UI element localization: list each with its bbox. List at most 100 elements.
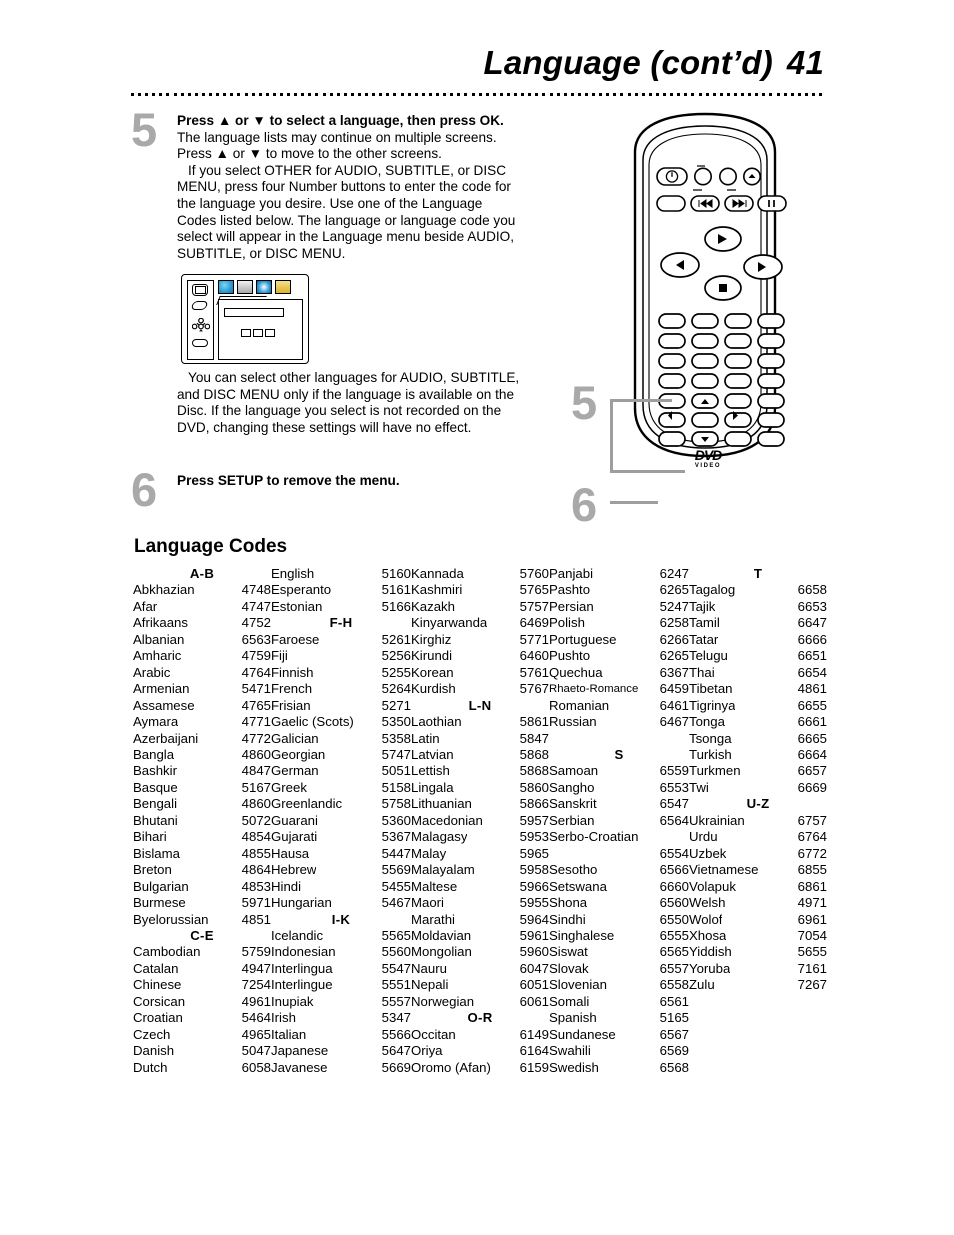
callout-6-leader — [610, 501, 658, 504]
language-code: 6669 — [797, 779, 827, 795]
language-name: Amharic — [133, 648, 182, 664]
language-row: Estonian 5166 — [271, 599, 411, 615]
language-code: 5051 — [381, 763, 411, 779]
language-name: Lithuanian — [411, 796, 472, 812]
language-name: Malay — [411, 845, 447, 861]
language-code: 5868 — [519, 763, 549, 779]
language-code: 5160 — [381, 566, 411, 581]
language-row: Japanese 5647 — [271, 1043, 411, 1059]
language-name: Byelorussian — [133, 911, 209, 927]
language-code: 5347 — [381, 1010, 411, 1026]
language-code: 5964 — [519, 911, 549, 927]
language-row: Tagalog 6658 — [689, 582, 827, 598]
language-code: 5655 — [797, 944, 827, 960]
language-code: 6566 — [659, 862, 689, 878]
language-name: Breton — [133, 862, 172, 878]
language-row: Tsonga 6665 — [689, 731, 827, 747]
language-row: Arabic 4764 — [133, 665, 271, 681]
language-name: Indonesian — [271, 944, 336, 960]
language-row: Abkhazian 4748 — [133, 582, 271, 598]
language-name: Turkish — [689, 746, 732, 762]
setup-menu-illustration — [181, 274, 309, 364]
language-name: Kinyarwanda — [411, 615, 488, 631]
language-row: Sundanese 6567 — [549, 1027, 689, 1043]
language-codes-table: A-B Abkhazian 4748 Afar 4747 Afrikaans 4752 Alb… — [133, 566, 833, 1076]
language-name: Guarani — [271, 812, 318, 828]
menu-highlight-bar — [224, 308, 284, 317]
language-code: 5557 — [381, 993, 411, 1009]
language-code: 6558 — [659, 977, 689, 993]
language-code: 6757 — [797, 812, 827, 828]
language-code: 5566 — [381, 1026, 411, 1042]
language-row: Quechua 6367 — [549, 665, 689, 681]
language-row: Bislama 4855 — [133, 846, 271, 862]
language-row: Korean 5761 — [411, 665, 549, 681]
language-name: Bhutani — [133, 812, 178, 828]
language-name: Pushto — [549, 648, 591, 664]
globe-tab-icon — [218, 280, 234, 294]
language-name: Bengali — [133, 796, 177, 812]
language-code: 6559 — [659, 763, 689, 779]
language-row: Vietnamese 6855 — [689, 862, 827, 878]
language-name: Urdu — [689, 829, 718, 845]
language-name: Galician — [271, 730, 319, 746]
language-name: Shona — [549, 895, 588, 911]
language-row: Tamil 6647 — [689, 615, 827, 631]
language-code: 6547 — [659, 796, 689, 812]
step-5-detail: If you select OTHER for AUDIO, SUBTITLE,… — [177, 162, 516, 261]
language-name: French — [271, 681, 313, 697]
language-name: Georgian — [271, 746, 326, 762]
language-row: Sanskrit 6547 — [549, 796, 689, 812]
language-row: Serbian 6564 — [549, 813, 689, 829]
language-code: 6469 — [519, 615, 549, 631]
language-name: Tonga — [689, 714, 725, 730]
language-row: Yoruba 7161 — [689, 961, 827, 977]
language-name: Lettish — [411, 763, 450, 779]
language-code: 4947 — [241, 960, 271, 976]
language-code: 6560 — [659, 895, 689, 911]
language-name: Faroese — [271, 631, 320, 647]
language-code: 6666 — [797, 631, 827, 647]
language-code: 5447 — [381, 845, 411, 861]
language-group-header: C-E — [190, 927, 214, 943]
language-name: Nauru — [411, 960, 447, 976]
language-code: 5256 — [381, 648, 411, 664]
language-name: Kazakh — [411, 598, 455, 614]
language-row: Kinyarwanda 6469 — [411, 615, 549, 631]
language-code: 5847 — [519, 730, 549, 746]
remote-body-svg — [633, 112, 787, 458]
language-code: 5960 — [519, 944, 549, 960]
tv-screen-icon — [192, 284, 209, 297]
language-code: 4847 — [241, 763, 271, 779]
language-code: 5669 — [381, 1059, 411, 1075]
language-row: Assamese 4765 — [133, 698, 271, 714]
language-row: Corsican 4961 — [133, 994, 271, 1010]
language-row: Rhaeto-Romance 6459 — [549, 681, 689, 697]
language-row: Lithuanian 5866 — [411, 796, 549, 812]
language-name: Japanese — [271, 1043, 329, 1059]
language-code: 6651 — [797, 648, 827, 664]
language-row: Lingala 5860 — [411, 780, 549, 796]
language-name: Gujarati — [271, 829, 318, 845]
language-name: Sesotho — [549, 862, 598, 878]
language-row: Albanian 6563 — [133, 632, 271, 648]
language-code: 4772 — [241, 730, 271, 746]
language-name: Tagalog — [689, 582, 736, 598]
language-name: Bislama — [133, 845, 180, 861]
language-group-header: I-K — [331, 911, 351, 927]
language-codes-column: Panjabi 6247 Pashto 6265 Persian 5247 Polish 62… — [549, 566, 689, 1076]
language-name: Swedish — [549, 1059, 599, 1075]
language-code: 6460 — [519, 648, 549, 664]
language-row: Bashkir 4847 — [133, 763, 271, 779]
language-name: Welsh — [689, 895, 726, 911]
language-row: Faroese 5261 — [271, 632, 411, 648]
language-name: Bashkir — [133, 763, 177, 779]
language-code: 6653 — [797, 598, 827, 614]
language-code: 4747 — [241, 598, 271, 614]
language-name: Czech — [133, 1026, 171, 1042]
language-row: Marathi 5964 — [411, 912, 549, 928]
menu-tab-icons — [218, 280, 291, 294]
language-name: Korean — [411, 664, 454, 680]
language-row: Breton 4864 — [133, 862, 271, 878]
language-name: Xhosa — [689, 927, 727, 943]
